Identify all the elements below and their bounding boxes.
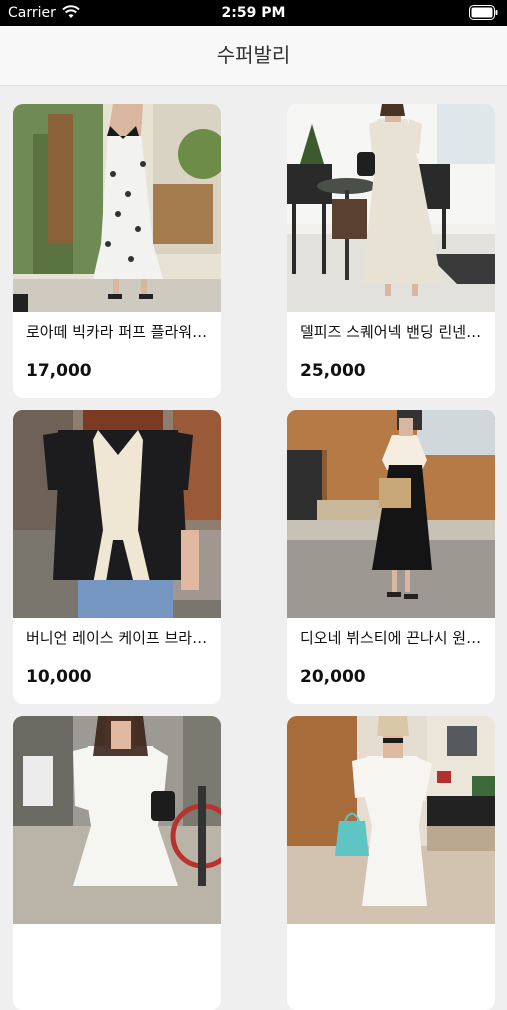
product-name: 디오네 뷔스티에 끈나시 원피스 [300, 629, 482, 647]
page-title: 수퍼발리 [216, 43, 291, 67]
product-card[interactable]: 로아떼 빅카라 퍼프 플라워 원피스 17,000 [13, 104, 221, 398]
product-name: 버니언 레이스 케이프 브라우스 [26, 629, 208, 647]
product-image [287, 104, 495, 312]
battery-icon [469, 5, 498, 20]
product-image [13, 716, 221, 924]
product-image [13, 410, 221, 618]
product-image [287, 410, 495, 618]
product-card[interactable]: 디오네 뷔스티에 끈나시 원피스 20,000 [287, 410, 495, 704]
product-price: 17,000 [26, 361, 92, 381]
status-time: 2:59 PM [221, 5, 286, 21]
product-price: 20,000 [300, 667, 366, 687]
product-card[interactable]: 버니언 레이스 케이프 브라우스 10,000 [13, 410, 221, 704]
product-image [13, 104, 221, 312]
navigation-bar: 수퍼발리 [0, 26, 507, 86]
product-price: 10,000 [26, 667, 92, 687]
status-bar: Carrier 2:59 PM [0, 0, 507, 26]
product-image [287, 716, 495, 924]
product-card[interactable] [13, 716, 221, 1010]
product-card[interactable]: 델피즈 스퀘어넥 밴딩 린넨 원피스 25,000 [287, 104, 495, 398]
product-name: 델피즈 스퀘어넥 밴딩 린넨 원피스 [300, 323, 482, 341]
product-card[interactable] [287, 716, 495, 1010]
product-price: 25,000 [300, 361, 366, 381]
product-name: 로아떼 빅카라 퍼프 플라워 원피스 [26, 323, 208, 341]
